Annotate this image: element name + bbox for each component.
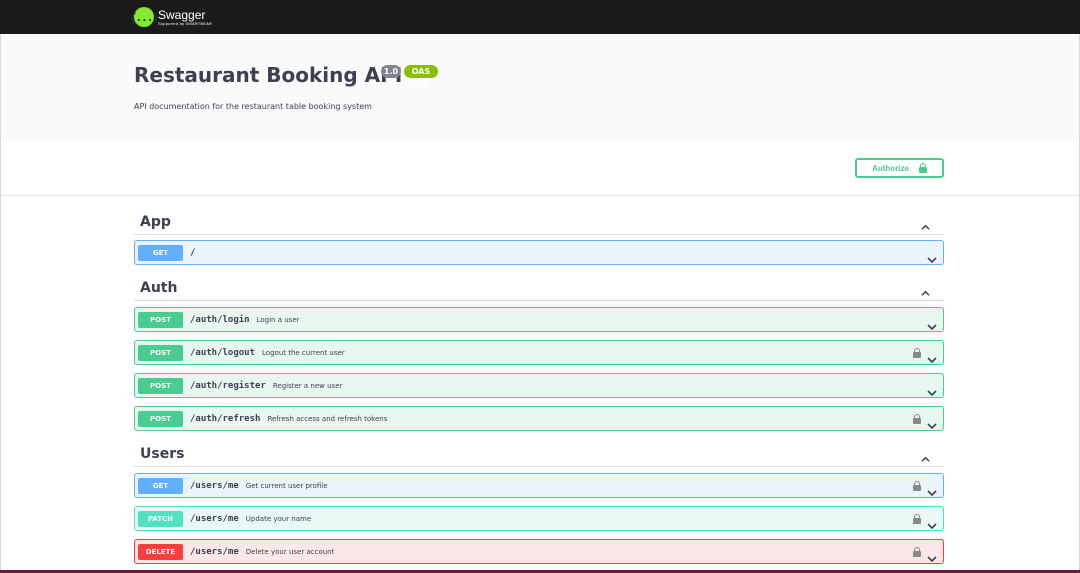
tag-section-users[interactable]: Users [134,441,944,467]
operation-path: /auth/refresh [190,413,261,424]
oas-badge: OAS 3.0 [404,65,438,89]
logo-text: Swagger Supported by SMARTBEAR [158,9,212,26]
operation-summary: Login a user [256,315,300,324]
lock-icon[interactable] [913,514,921,524]
method-badge: POST [138,311,183,328]
tag-name: Users [140,445,185,462]
chevron-up-icon[interactable] [921,449,930,462]
operation-post-auth-login[interactable]: POST/auth/login Login a user [134,307,944,332]
lock-icon[interactable] [913,481,921,491]
operation-path: / [190,247,196,258]
method-badge: GET [138,244,183,261]
tag-name: Auth [140,279,178,296]
operation-path: /users/me [190,546,239,557]
chevron-down-icon[interactable] [927,382,937,397]
operation-summary: Get current user profile [245,481,328,490]
method-badge: POST [138,344,183,361]
operation-path: /auth/register [190,380,266,391]
operation-summary: Register a new user [272,381,343,390]
chevron-up-icon[interactable] [921,217,930,230]
logo-name: Swagger [158,7,206,22]
operation-summary: Update your name [245,514,312,523]
chevron-down-icon[interactable] [927,316,937,331]
operation-path: /auth/logout [190,347,256,358]
chevron-down-icon[interactable] [927,482,937,497]
lock-icon[interactable] [913,348,921,358]
method-badge: DELETE [138,543,183,560]
operation-patch-users-me[interactable]: PATCH/users/me Update your name [134,506,944,531]
authorize-label: Authorize [872,163,909,173]
tag-section-auth[interactable]: Auth [134,275,944,301]
operation-summary: Refresh access and refresh tokens [267,414,388,423]
info-section [0,34,1080,141]
swagger-logo[interactable]: {...} Swagger Supported by SMARTBEAR [130,5,212,29]
operation-path: /users/me [190,513,239,524]
lock-icon[interactable] [913,414,921,424]
chevron-down-icon[interactable] [927,548,937,563]
method-badge: PATCH [138,510,183,527]
chevron-down-icon[interactable] [927,249,937,264]
swagger-logo-icon: {...} [130,7,159,27]
operation-path: /auth/login [190,314,250,325]
method-badge: POST [138,377,183,394]
tag-name: App [140,213,171,230]
chevron-down-icon[interactable] [927,515,937,530]
operation-delete-users-me[interactable]: DELETE/users/me Delete your user account [134,539,944,564]
chevron-down-icon[interactable] [927,415,937,430]
unlock-icon [918,163,927,173]
authorize-button[interactable]: Authorize [855,158,944,178]
page-border-left [0,34,1,570]
operation-post-auth-refresh[interactable]: POST/auth/refresh Refresh access and refr… [134,406,944,431]
operation-summary: Logout the current user [262,348,345,357]
operation-post-auth-register[interactable]: POST/auth/register Register a new user [134,373,944,398]
tag-section-app[interactable]: App [134,209,944,235]
operation-path: /users/me [190,480,239,491]
api-description: API documentation for the restaurant tab… [134,102,372,111]
method-badge: GET [138,477,183,494]
version-badge: 1.0 [381,65,401,78]
operation-get-[interactable]: GET / [134,240,944,265]
logo-sub: Supported by SMARTBEAR [158,20,213,26]
method-badge: POST [138,410,183,427]
lock-icon[interactable] [913,547,921,557]
top-bar: {...} Swagger Supported by SMARTBEAR [0,0,1080,34]
chevron-down-icon[interactable] [927,349,937,364]
operation-post-auth-logout[interactable]: POST/auth/logout Logout the current user [134,340,944,365]
chevron-up-icon[interactable] [921,283,930,296]
operation-get-users-me[interactable]: GET/users/me Get current user profile [134,473,944,498]
page-title: Restaurant Booking API [134,63,403,87]
operation-summary: Delete your user account [245,547,335,556]
